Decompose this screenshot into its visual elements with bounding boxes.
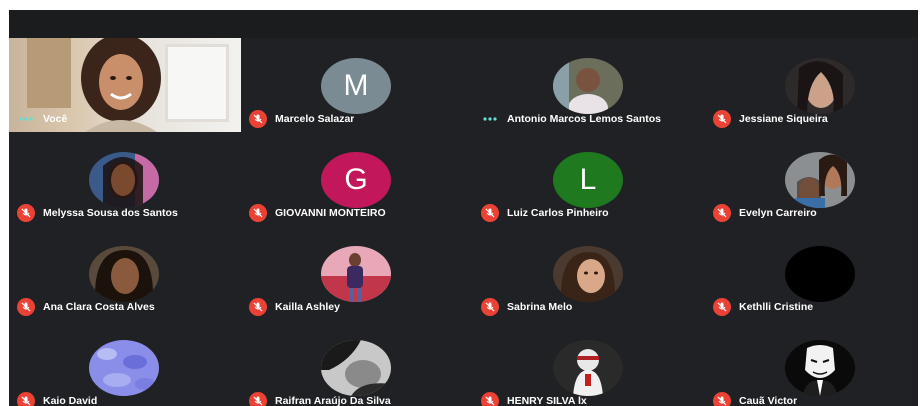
participant-label: Kethlli Cristine [713,298,918,316]
participant-tile[interactable]: Kaio David [9,320,241,406]
meeting-grid: Você M Marcelo Salazar Antonio Marcos Le… [9,10,918,406]
participant-tile[interactable]: Cauã Victor [705,320,918,406]
participant-name: Marcelo Salazar [275,113,355,125]
participant-label: GIOVANNI MONTEIRO [249,204,467,222]
participant-label: Você [17,110,235,128]
participant-name: Raifran Araújo Da Silva [275,395,391,406]
participant-label: Kailla Ashley [249,298,467,316]
participant-label: Ana Clara Costa Alves [17,298,235,316]
participant-name: GIOVANNI MONTEIRO [275,207,386,219]
avatar [553,340,623,396]
mic-off-icon [713,204,731,222]
participant-name: Luiz Carlos Pinheiro [507,207,609,219]
participant-tile[interactable]: M Marcelo Salazar [241,38,473,132]
participant-name: Cauã Victor [739,395,798,406]
avatar-initial: M [343,69,369,102]
participant-tile[interactable]: G GIOVANNI MONTEIRO [241,132,473,226]
participant-label: Melyssa Sousa dos Santos [17,204,235,222]
avatar [785,58,855,114]
participant-name: Você [43,113,68,125]
participant-tile[interactable]: L Luiz Carlos Pinheiro [473,132,705,226]
participant-name: Jessiane Siqueira [739,113,828,125]
avatar [89,152,159,208]
mic-off-icon [17,204,35,222]
avatar [321,340,391,396]
participant-tile[interactable]: Raifran Araújo Da Silva [241,320,473,406]
mic-off-icon [713,298,731,316]
participant-name: Kaio David [43,395,98,406]
mic-off-icon [249,298,267,316]
participant-label: Antonio Marcos Lemos Santos [481,110,699,128]
audio-dots-icon [481,110,499,128]
mic-off-icon [249,110,267,128]
participant-label: Sabrina Melo [481,298,699,316]
self-video-tile[interactable]: Você [9,38,241,132]
mic-off-icon [713,110,731,128]
participant-label: Evelyn Carreiro [713,204,918,222]
participant-name: Sabrina Melo [507,301,573,313]
participant-tile[interactable]: Evelyn Carreiro [705,132,918,226]
participant-tile[interactable]: Sabrina Melo [473,226,705,320]
participant-tile[interactable]: Melyssa Sousa dos Santos [9,132,241,226]
participant-label: HENRY SILVA lx [481,392,699,406]
participant-tile[interactable]: Kailla Ashley [241,226,473,320]
avatar [89,340,159,396]
audio-dots-icon [17,110,35,128]
avatar: M [321,58,391,114]
mic-off-icon [481,204,499,222]
participant-name: HENRY SILVA lx [507,395,587,406]
participant-label: Kaio David [17,392,235,406]
mic-off-icon [481,298,499,316]
mic-off-icon [249,392,267,406]
participant-name: Antonio Marcos Lemos Santos [507,113,662,125]
avatar [785,246,855,302]
top-bar [9,10,918,38]
avatar [785,152,855,208]
avatar: G [321,152,391,208]
participant-name: Kethlli Cristine [739,301,814,313]
participant-label: Luiz Carlos Pinheiro [481,204,699,222]
avatar-initial: G [344,163,368,196]
participant-name: Ana Clara Costa Alves [43,301,155,313]
avatar-initial: L [579,163,597,196]
avatar [553,246,623,302]
mic-off-icon [481,392,499,406]
participant-tile[interactable]: Antonio Marcos Lemos Santos [473,38,705,132]
avatar [321,246,391,302]
mic-off-icon [713,392,731,406]
participant-tile[interactable]: Kethlli Cristine [705,226,918,320]
participant-name: Melyssa Sousa dos Santos [43,207,178,219]
avatar: L [553,152,623,208]
mic-off-icon [17,298,35,316]
participant-name: Kailla Ashley [275,301,340,313]
mic-off-icon [249,204,267,222]
avatar [553,58,623,114]
participant-tile[interactable]: Ana Clara Costa Alves [9,226,241,320]
participant-label: Marcelo Salazar [249,110,467,128]
participant-tile[interactable]: Jessiane Siqueira [705,38,918,132]
participant-label: Raifran Araújo Da Silva [249,392,467,406]
mic-off-icon [17,392,35,406]
participant-tile[interactable]: HENRY SILVA lx [473,320,705,406]
participant-label: Cauã Victor [713,392,918,406]
participant-label: Jessiane Siqueira [713,110,918,128]
avatar [785,340,855,396]
avatar [89,246,159,302]
participant-name: Evelyn Carreiro [739,207,817,219]
